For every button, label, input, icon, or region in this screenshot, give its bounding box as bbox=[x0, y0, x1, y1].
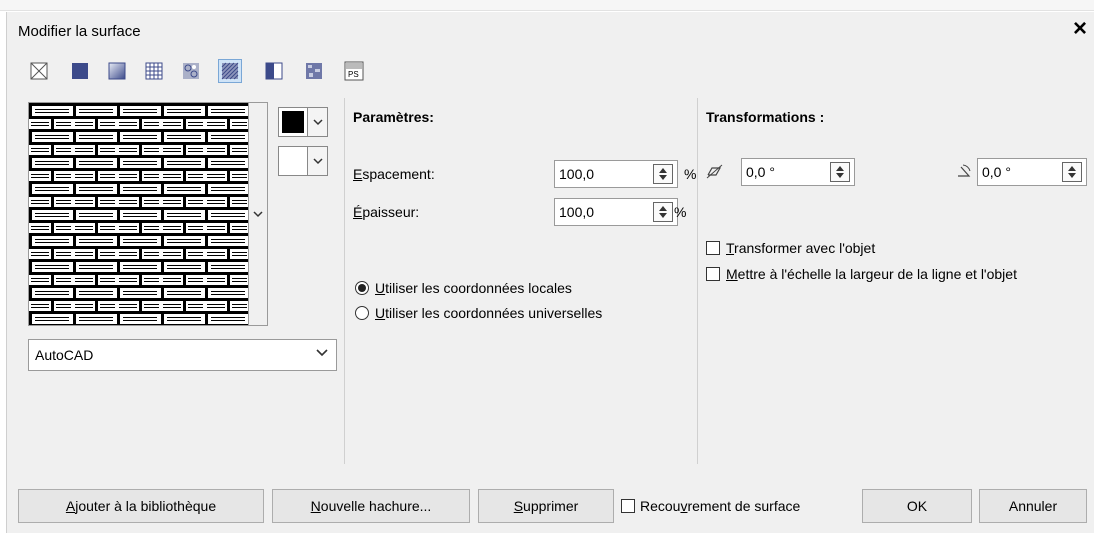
checkbox[interactable] bbox=[621, 499, 635, 513]
foreground-color-picker[interactable] bbox=[278, 107, 328, 137]
background-color-picker[interactable] bbox=[278, 146, 328, 176]
annuler-button[interactable]: Annuler bbox=[979, 489, 1087, 523]
foreground-color-swatch[interactable] bbox=[278, 107, 308, 137]
recouvrement-surface-checkbox[interactable]: Recouvrement de surface bbox=[621, 498, 800, 514]
vector-pattern-icon[interactable] bbox=[143, 60, 165, 82]
ok-button[interactable]: OK bbox=[862, 489, 972, 523]
pattern-dropdown-button[interactable] bbox=[248, 102, 268, 326]
epaisseur-unit: % bbox=[674, 204, 687, 220]
pattern-library-value: AutoCAD bbox=[35, 347, 94, 363]
skew-icon bbox=[706, 164, 724, 183]
postscript-fill-icon[interactable]: PS bbox=[343, 60, 365, 82]
espacement-spinner[interactable] bbox=[653, 164, 673, 184]
background-color-swatch[interactable] bbox=[278, 146, 308, 176]
hatch-fill-icon[interactable] bbox=[218, 59, 242, 83]
uniform-fill-icon[interactable] bbox=[69, 60, 91, 82]
chevron-down-icon bbox=[312, 158, 323, 165]
fountain-fill-icon[interactable] bbox=[106, 60, 128, 82]
skew-input[interactable]: 0,0 ° bbox=[741, 158, 855, 186]
espacement-label: Espacement: bbox=[353, 166, 435, 182]
close-icon[interactable]: × bbox=[1068, 14, 1092, 44]
bitmap-pattern-icon[interactable] bbox=[180, 60, 202, 82]
epaisseur-label: Épaisseur: bbox=[353, 204, 420, 220]
checkbox[interactable] bbox=[706, 267, 720, 281]
rotate-input[interactable]: 0,0 ° bbox=[977, 158, 1087, 186]
two-color-pattern-icon[interactable] bbox=[263, 60, 285, 82]
background-color-dropdown[interactable] bbox=[308, 146, 328, 176]
transformations-heading: Transformations : bbox=[706, 109, 825, 125]
radio-button[interactable] bbox=[355, 306, 369, 320]
no-fill-icon[interactable] bbox=[28, 60, 50, 82]
chevron-down-icon bbox=[253, 211, 263, 218]
rotate-icon bbox=[955, 163, 973, 182]
pattern-library-select[interactable]: AutoCAD bbox=[28, 339, 337, 371]
separator-left bbox=[344, 98, 345, 464]
espacement-unit: % bbox=[684, 166, 697, 182]
texture-fill-icon[interactable] bbox=[303, 60, 325, 82]
checkbox[interactable] bbox=[706, 241, 720, 255]
radio-button[interactable] bbox=[355, 281, 369, 295]
background-window-strip bbox=[0, 0, 1094, 11]
parametres-heading: Paramètres: bbox=[353, 109, 434, 125]
chevron-down-icon bbox=[316, 349, 328, 357]
mettre-a-echelle-checkbox[interactable]: Mettre à l'échelle la largeur de la lign… bbox=[706, 266, 1017, 282]
brick-hatch-pattern bbox=[29, 103, 249, 325]
epaisseur-input[interactable]: 100,0 bbox=[554, 198, 678, 226]
separator-right bbox=[697, 98, 698, 464]
rotate-spinner[interactable] bbox=[1062, 162, 1082, 182]
transformer-avec-objet-checkbox[interactable]: Transformer avec l'objet bbox=[706, 240, 875, 256]
supprimer-button[interactable]: Supprimer bbox=[478, 489, 614, 523]
chevron-down-icon bbox=[312, 119, 323, 126]
radio-coordonnees-locales[interactable]: Utiliser les coordonnées locales bbox=[355, 280, 572, 296]
radio-coordonnees-universelles[interactable]: Utiliser les coordonnées universelles bbox=[355, 305, 602, 321]
skew-spinner[interactable] bbox=[830, 162, 850, 182]
foreground-color-dropdown[interactable] bbox=[308, 107, 328, 137]
epaisseur-spinner[interactable] bbox=[653, 202, 673, 222]
ajouter-bibliotheque-button[interactable]: Ajouter à la bibliothèque bbox=[18, 489, 264, 523]
espacement-input[interactable]: 100,0 bbox=[554, 160, 678, 188]
nouvelle-hachure-button[interactable]: Nouvelle hachure... bbox=[272, 489, 470, 523]
hatch-pattern-preview[interactable] bbox=[28, 102, 268, 326]
postscript-label: PS bbox=[348, 70, 359, 79]
dialog-title: Modifier la surface bbox=[18, 23, 141, 40]
